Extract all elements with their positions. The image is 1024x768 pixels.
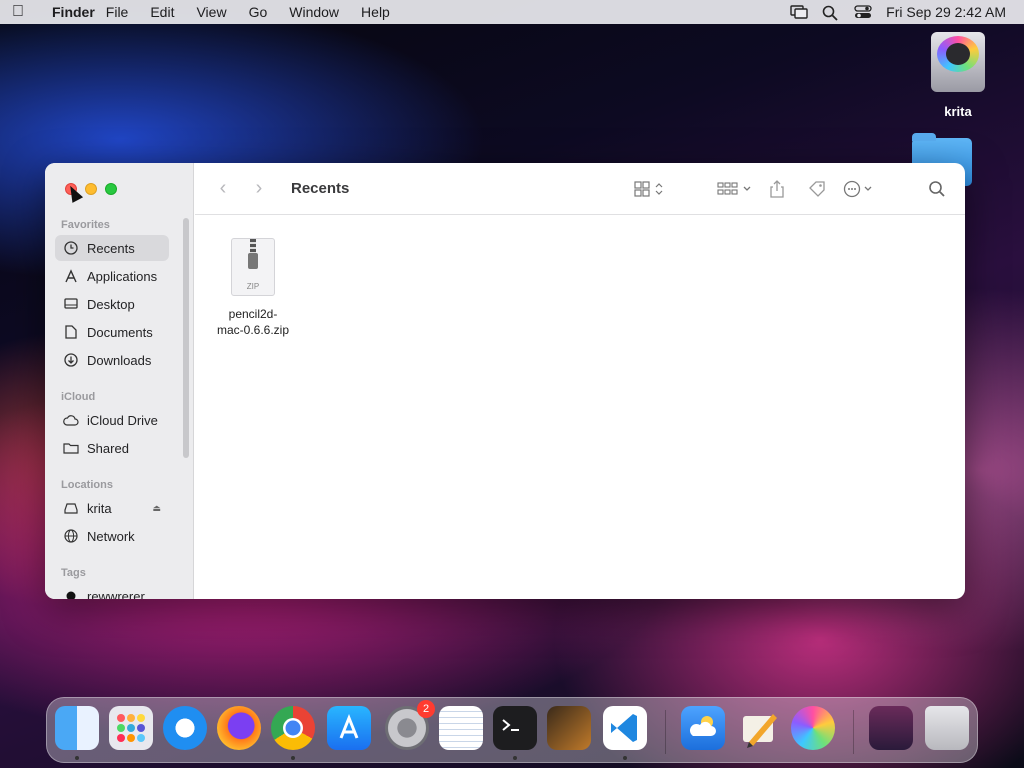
zoom-button[interactable] xyxy=(105,183,117,195)
menu-window[interactable]: Window xyxy=(278,4,350,20)
finder-dock-icon[interactable] xyxy=(55,706,99,750)
dock-separator xyxy=(853,710,854,754)
file-item[interactable]: ZIP pencil2d- mac-0.6.6.zip xyxy=(207,238,299,338)
menu-edit[interactable]: Edit xyxy=(139,4,185,20)
weather-dock-icon[interactable] xyxy=(681,706,725,750)
running-indicator xyxy=(623,756,627,760)
sidebar-header-tags: Tags xyxy=(61,567,86,579)
sidebar-item-icloud-drive[interactable]: iCloud Drive xyxy=(55,407,169,433)
safari-dock-icon[interactable] xyxy=(163,706,207,750)
back-arrow-icon[interactable]: ‹ xyxy=(205,177,241,200)
notification-badge: 2 xyxy=(417,700,435,718)
sidebar-item-label: iCloud Drive xyxy=(87,412,158,428)
cloud-icon xyxy=(63,412,79,428)
sidebar-item-downloads[interactable]: Downloads xyxy=(55,347,169,373)
dock-separator xyxy=(665,710,666,754)
sidebar-header-favorites: Favorites xyxy=(61,219,110,231)
minimize-button[interactable] xyxy=(85,183,97,195)
sidebar-item-applications[interactable]: Applications xyxy=(55,263,169,289)
apple-menu-icon[interactable]:  xyxy=(12,3,42,21)
sidebar-item-label: Shared xyxy=(87,440,129,456)
eject-icon[interactable]: ⏏ xyxy=(152,503,161,514)
group-by-icon[interactable] xyxy=(713,181,757,197)
menu-view[interactable]: View xyxy=(185,4,237,20)
sidebar-item-documents[interactable]: Documents xyxy=(55,319,169,345)
download-icon xyxy=(63,352,79,368)
sidebar-item-label: Applications xyxy=(87,268,158,284)
sidebar-item-label: Documents xyxy=(87,324,153,340)
launchpad-dock-icon[interactable] xyxy=(109,706,153,750)
krita-dock-icon[interactable] xyxy=(791,706,835,750)
control-center-icon[interactable] xyxy=(854,5,872,19)
pencil2d-dock-icon[interactable] xyxy=(737,706,781,750)
krita-drive-label: krita xyxy=(944,104,972,119)
system-settings-dock-icon[interactable]: 2 xyxy=(385,700,435,750)
app-store-dock-icon[interactable] xyxy=(327,706,371,750)
sidebar-item-recents[interactable]: Recents xyxy=(55,235,169,261)
running-indicator xyxy=(291,756,295,760)
sidebar-item-desktop[interactable]: Desktop xyxy=(55,291,169,317)
menu-help[interactable]: Help xyxy=(350,4,401,20)
more-actions-icon[interactable] xyxy=(837,180,883,198)
krita-drive-desktop-icon[interactable]: krita xyxy=(918,32,998,119)
sidebar-item-krita[interactable]: krita ⏏ xyxy=(55,495,169,521)
globe-icon xyxy=(63,528,79,544)
vscode-dock-icon[interactable] xyxy=(603,706,647,750)
window-title: Recents xyxy=(291,180,350,197)
shared-folder-icon xyxy=(63,440,79,456)
sidebar-item-tag[interactable]: rewwrerer xyxy=(55,583,169,599)
menu-go[interactable]: Go xyxy=(238,4,279,20)
sidebar-item-label: Network xyxy=(87,528,135,544)
toolbar: ‹ › Recents xyxy=(195,163,965,215)
sidebar-scrollbar[interactable] xyxy=(183,218,189,458)
sidebar: Favorites Recents Applications Desktop D… xyxy=(45,163,194,599)
tag-icon[interactable] xyxy=(797,180,837,198)
icon-view-grid-icon[interactable] xyxy=(629,180,669,197)
file-browser-content[interactable]: ZIP pencil2d- mac-0.6.6.zip xyxy=(195,216,965,599)
garageband-dock-icon[interactable] xyxy=(547,706,591,750)
spotlight-search-icon[interactable] xyxy=(822,5,840,21)
finder-window: Favorites Recents Applications Desktop D… xyxy=(45,163,965,599)
zip-file-icon: ZIP xyxy=(231,238,275,296)
forward-arrow-icon[interactable]: › xyxy=(241,177,277,200)
document-icon xyxy=(63,324,79,340)
firefox-dock-icon[interactable] xyxy=(217,706,261,750)
sidebar-item-shared[interactable]: Shared xyxy=(55,435,169,461)
terminal-dock-icon[interactable] xyxy=(493,706,537,750)
menu-bar:  Finder File Edit View Go Window Help F… xyxy=(0,0,1024,24)
chrome-dock-icon[interactable] xyxy=(271,706,315,750)
krita-disk-icon xyxy=(931,32,985,92)
running-indicator xyxy=(75,756,79,760)
share-icon[interactable] xyxy=(757,179,797,198)
textedit-dock-icon[interactable] xyxy=(439,706,483,750)
menu-clock[interactable]: Fri Sep 29 2:42 AM xyxy=(886,4,1006,20)
sidebar-item-label: krita xyxy=(87,500,112,516)
sidebar-header-icloud: iCloud xyxy=(61,391,96,403)
menu-file[interactable]: File xyxy=(95,4,140,20)
screen-mirroring-icon[interactable] xyxy=(790,5,808,19)
running-indicator xyxy=(513,756,517,760)
menu-app-name[interactable]: Finder xyxy=(42,4,95,20)
sidebar-header-locations: Locations xyxy=(61,479,113,491)
desktop-icon xyxy=(63,296,79,312)
sidebar-item-label: rewwrerer xyxy=(87,588,145,600)
trash-icon[interactable] xyxy=(925,706,969,750)
zip-type-label: ZIP xyxy=(246,282,260,291)
file-name: pencil2d- mac-0.6.6.zip xyxy=(216,307,290,337)
sidebar-item-label: Recents xyxy=(87,240,135,256)
applications-icon xyxy=(63,268,79,284)
sidebar-item-network[interactable]: Network xyxy=(55,523,169,549)
sidebar-item-label: Desktop xyxy=(87,296,135,312)
chrome-window-thumbnail-icon[interactable] xyxy=(869,706,913,750)
clock-icon xyxy=(63,240,79,256)
drive-icon xyxy=(63,500,79,516)
sidebar-item-label: Downloads xyxy=(87,352,152,368)
tag-dot-icon xyxy=(63,588,79,599)
search-icon[interactable] xyxy=(917,180,957,198)
dock: 2 xyxy=(46,697,978,763)
